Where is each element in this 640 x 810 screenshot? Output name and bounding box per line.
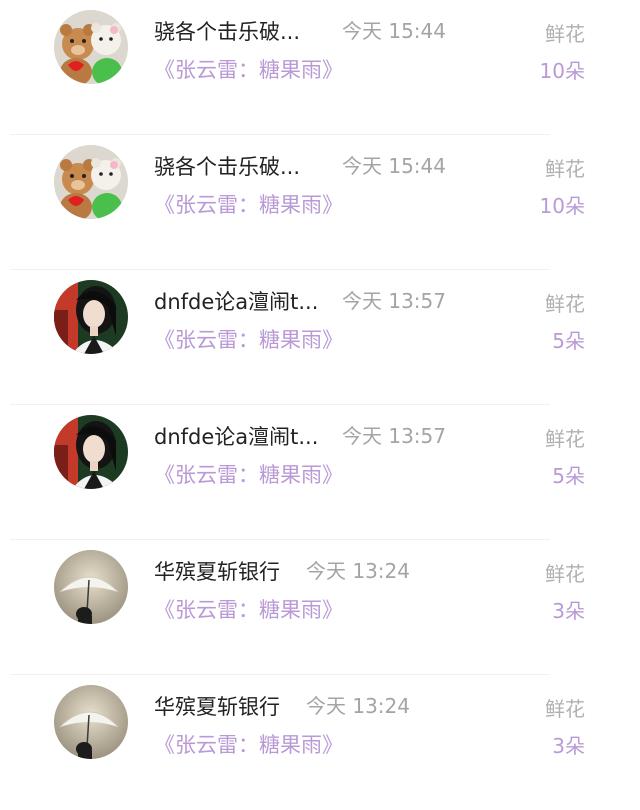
timestamp: 今天 13:57 xyxy=(342,289,446,313)
avatar[interactable] xyxy=(54,280,128,354)
flower-label: 鲜花 xyxy=(545,562,585,586)
umbrella-silhouette-avatar-icon xyxy=(54,685,128,759)
list-item[interactable]: 骁各个击乐破... 今天 15:44 《张云雷：糖果雨》 鲜花 10朵 xyxy=(0,0,640,135)
username[interactable]: 骁各个击乐破... xyxy=(154,151,300,181)
username[interactable]: 华殡夏斩银行 xyxy=(154,556,280,586)
flower-label: 鲜花 xyxy=(545,427,585,451)
avatar[interactable] xyxy=(54,145,128,219)
avatar[interactable] xyxy=(54,415,128,489)
timestamp: 今天 13:24 xyxy=(306,694,410,718)
gift-title[interactable]: 《张云雷：糖果雨》 xyxy=(154,324,343,354)
avatar[interactable] xyxy=(54,550,128,624)
timestamp: 今天 15:44 xyxy=(342,19,446,43)
list-item[interactable]: dnfde论a澶闹t... 今天 13:57 《张云雷：糖果雨》 鲜花 5朵 xyxy=(0,405,640,540)
flower-count: 10朵 xyxy=(539,194,585,218)
gift-title[interactable]: 《张云雷：糖果雨》 xyxy=(154,54,343,84)
teddy-bear-avatar-icon xyxy=(54,145,128,219)
flower-count: 3朵 xyxy=(552,599,585,623)
gift-title[interactable]: 《张云雷：糖果雨》 xyxy=(154,459,343,489)
flower-count: 5朵 xyxy=(552,329,585,353)
timestamp: 今天 13:24 xyxy=(306,559,410,583)
gift-title[interactable]: 《张云雷：糖果雨》 xyxy=(154,189,343,219)
teddy-bear-avatar-icon xyxy=(54,10,128,84)
flower-count: 10朵 xyxy=(539,59,585,83)
umbrella-silhouette-avatar-icon xyxy=(54,550,128,624)
timestamp: 今天 13:57 xyxy=(342,424,446,448)
flower-label: 鲜花 xyxy=(545,22,585,46)
flower-label: 鲜花 xyxy=(545,292,585,316)
list-item[interactable]: 骁各个击乐破... 今天 15:44 《张云雷：糖果雨》 鲜花 10朵 xyxy=(0,135,640,270)
flower-gift-list: 骁各个击乐破... 今天 15:44 《张云雷：糖果雨》 鲜花 10朵 骁各个击… xyxy=(0,0,640,771)
username[interactable]: dnfde论a澶闹t... xyxy=(154,286,318,316)
avatar[interactable] xyxy=(54,10,128,84)
girl-portrait-avatar-icon xyxy=(54,415,128,489)
list-item[interactable]: 华殡夏斩银行 今天 13:24 《张云雷：糖果雨》 鲜花 3朵 xyxy=(0,675,640,810)
flower-label: 鲜花 xyxy=(545,697,585,721)
username[interactable]: 骁各个击乐破... xyxy=(154,16,300,46)
gift-title[interactable]: 《张云雷：糖果雨》 xyxy=(154,729,343,759)
girl-portrait-avatar-icon xyxy=(54,280,128,354)
list-item[interactable]: dnfde论a澶闹t... 今天 13:57 《张云雷：糖果雨》 鲜花 5朵 xyxy=(0,270,640,405)
gift-title[interactable]: 《张云雷：糖果雨》 xyxy=(154,594,343,624)
flower-count: 3朵 xyxy=(552,734,585,758)
flower-label: 鲜花 xyxy=(545,157,585,181)
flower-count: 5朵 xyxy=(552,464,585,488)
timestamp: 今天 15:44 xyxy=(342,154,446,178)
avatar[interactable] xyxy=(54,685,128,759)
username[interactable]: 华殡夏斩银行 xyxy=(154,691,280,721)
list-item[interactable]: 华殡夏斩银行 今天 13:24 《张云雷：糖果雨》 鲜花 3朵 xyxy=(0,540,640,675)
username[interactable]: dnfde论a澶闹t... xyxy=(154,421,318,451)
